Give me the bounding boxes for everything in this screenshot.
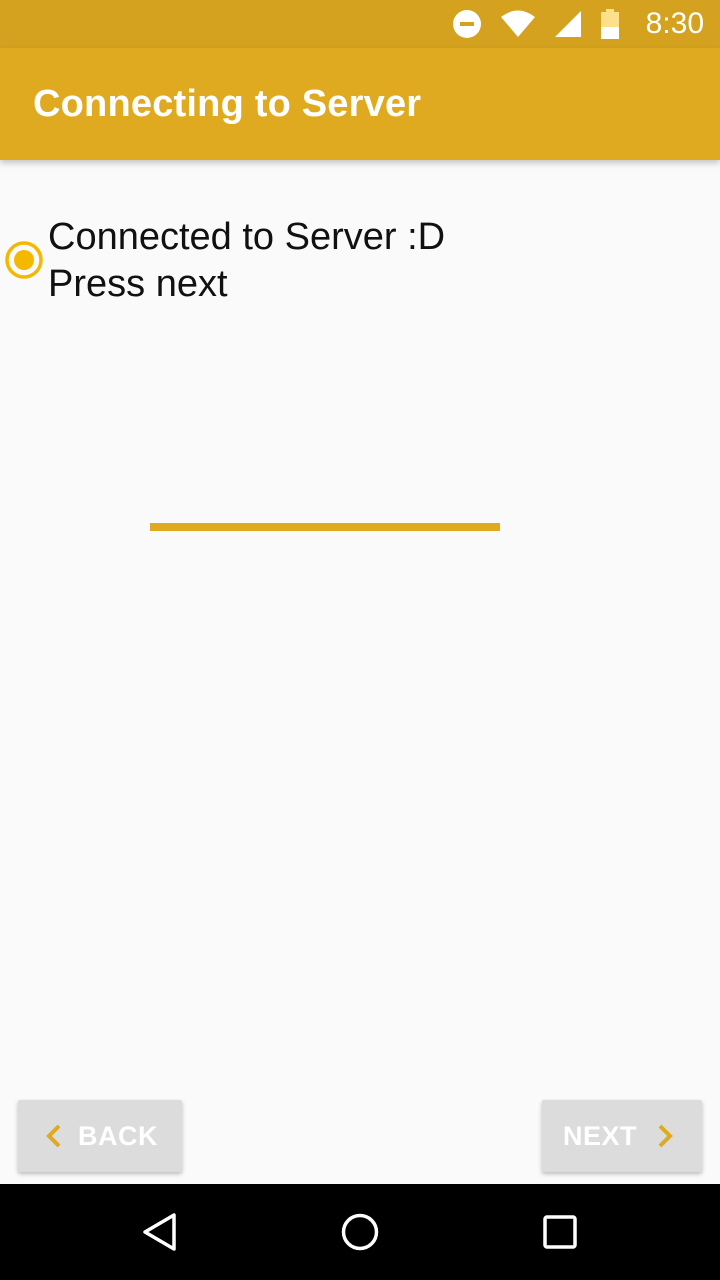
radio-button-selected[interactable]: [4, 240, 44, 280]
do-not-disturb-icon: [452, 9, 482, 39]
cellular-signal-icon: [554, 10, 582, 38]
wifi-icon: [500, 10, 536, 38]
status-bar: 8:30: [0, 0, 720, 48]
page-title: Connecting to Server: [33, 82, 422, 125]
back-button[interactable]: BACK: [18, 1100, 182, 1172]
next-button[interactable]: NEXT: [542, 1100, 702, 1172]
status-time: 8:30: [645, 7, 704, 40]
app-bar: Connecting to Server: [0, 48, 720, 160]
battery-icon: [600, 9, 620, 39]
nav-recents-icon[interactable]: [540, 1212, 580, 1252]
next-button-label: NEXT: [563, 1120, 638, 1151]
system-nav-bar: [0, 1184, 720, 1280]
nav-home-icon[interactable]: [340, 1212, 380, 1252]
screen: 8:30 Connecting to Server Connected to S…: [0, 0, 720, 1280]
status-line-instruction: Press next: [48, 263, 228, 305]
status-message: Connected to Server :D Press next: [48, 214, 445, 308]
nav-back-icon[interactable]: [140, 1212, 180, 1252]
back-button-label: BACK: [78, 1120, 158, 1151]
progress-line: [150, 523, 500, 531]
chevron-right-icon: [657, 1123, 673, 1149]
chevron-left-icon: [46, 1123, 62, 1149]
status-line-connected: Connected to Server :D: [48, 216, 446, 258]
